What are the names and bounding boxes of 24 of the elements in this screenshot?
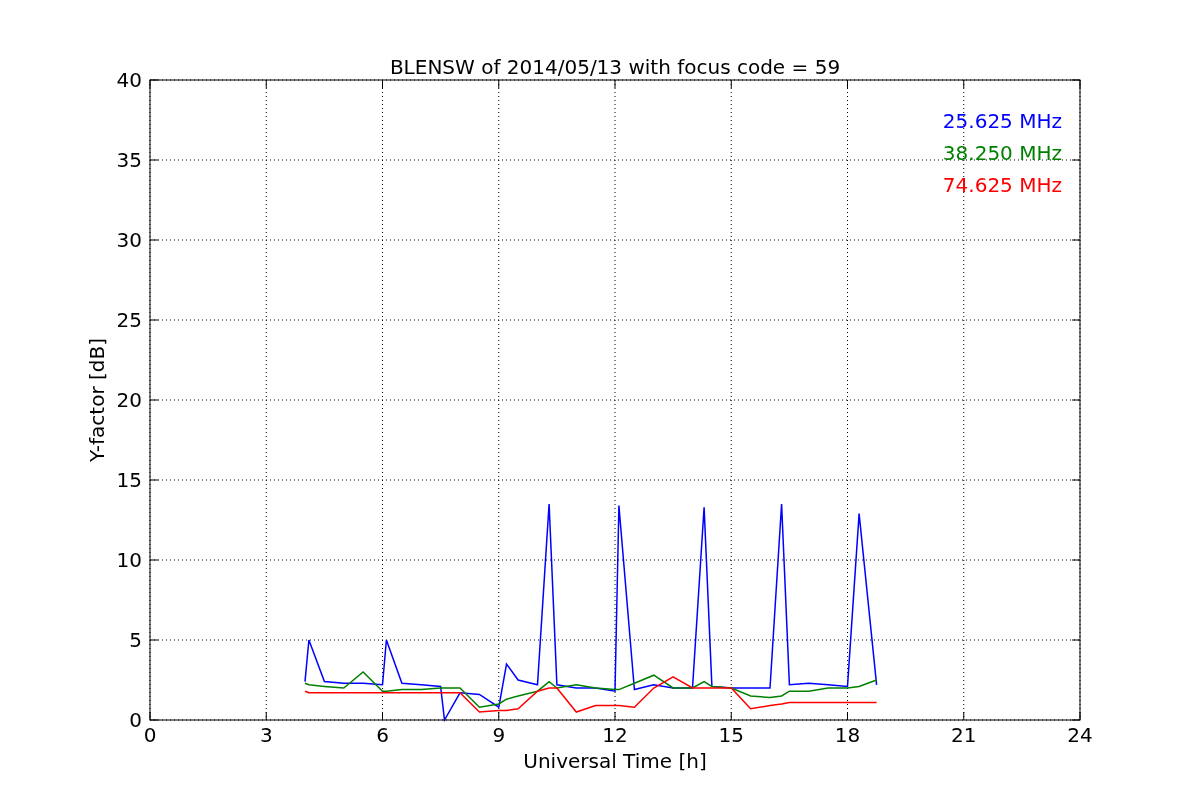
tick-label: 24	[1067, 723, 1093, 747]
tick-label: 6	[376, 723, 389, 747]
tick-label: 3	[259, 723, 273, 747]
legend-label: 38.250 MHz	[942, 141, 1062, 165]
tick-label: 15	[718, 723, 744, 747]
tick-label: 35	[116, 148, 142, 172]
tick-label: 0	[129, 708, 142, 732]
tick-label: 21	[951, 723, 977, 747]
legend-label: 25.625 MHz	[942, 109, 1062, 133]
tick-label: 18	[834, 723, 861, 747]
tick-label: 5	[129, 628, 142, 652]
tick-label: 9	[492, 723, 506, 747]
tick-label: 0	[143, 723, 157, 747]
tick-label: 12	[602, 723, 628, 747]
tick-label: 10	[116, 548, 142, 572]
legend-label: 74.625 MHz	[942, 173, 1062, 197]
axis-title: Universal Time [h]	[523, 749, 707, 773]
tick-label: 25	[116, 308, 142, 332]
tick-label: 15	[116, 468, 142, 492]
tick-label: 20	[116, 388, 142, 412]
chart-title: BLENSW of 2014/05/13 with focus code = 59	[389, 55, 841, 79]
tick-label: 30	[116, 228, 142, 252]
axis-title: Y-factor [dB]	[85, 338, 109, 462]
tick-label: 40	[116, 68, 142, 92]
